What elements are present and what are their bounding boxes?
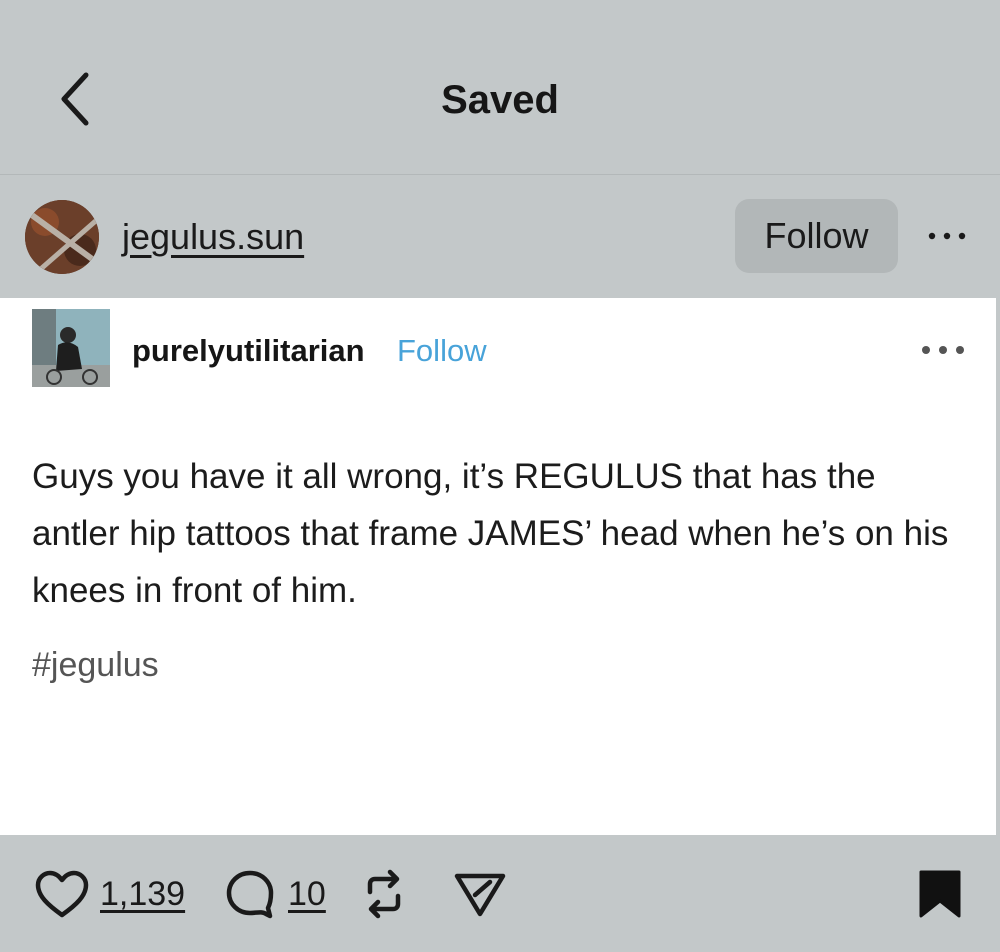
top-bar: Saved — [0, 0, 1000, 175]
follow-button[interactable]: Follow — [735, 199, 898, 273]
post-body-text: Guys you have it all wrong, it’s REGULUS… — [32, 457, 949, 610]
reblog-more-button[interactable] — [918, 342, 968, 358]
avatar[interactable] — [25, 200, 99, 274]
comment-icon — [226, 870, 274, 919]
comment-count[interactable]: 10 — [288, 875, 326, 914]
comment-action[interactable]: 10 — [224, 836, 326, 952]
reblog-follow-link[interactable]: Follow — [397, 333, 487, 369]
avatar-image — [32, 309, 110, 387]
like-action[interactable]: 1,139 — [34, 836, 185, 952]
heart-icon — [35, 870, 89, 918]
bookmark-filled-icon — [919, 870, 961, 918]
more-dots-icon — [922, 346, 964, 354]
send-icon — [454, 873, 506, 917]
post-tag[interactable]: #jegulus — [32, 646, 159, 685]
reblog-icon — [367, 869, 401, 919]
reblog-avatar[interactable] — [32, 309, 110, 387]
reblog-card: purelyutilitarian Follow Guys you have i… — [0, 298, 996, 835]
post-author-username[interactable]: jegulus.sun — [122, 216, 304, 258]
share-button[interactable] — [452, 836, 508, 952]
post-more-button[interactable] — [922, 224, 972, 248]
like-count[interactable]: 1,139 — [100, 875, 185, 914]
action-bar: 1,139 10 — [0, 836, 1000, 952]
avatar-image — [25, 200, 99, 274]
post-header: jegulus.sun Follow — [0, 176, 1000, 298]
save-button[interactable] — [918, 836, 962, 952]
page-title: Saved — [441, 78, 559, 122]
reblog-author-username[interactable]: purelyutilitarian — [132, 333, 365, 369]
more-dots-icon — [928, 232, 966, 240]
reblog-button[interactable] — [360, 836, 408, 952]
